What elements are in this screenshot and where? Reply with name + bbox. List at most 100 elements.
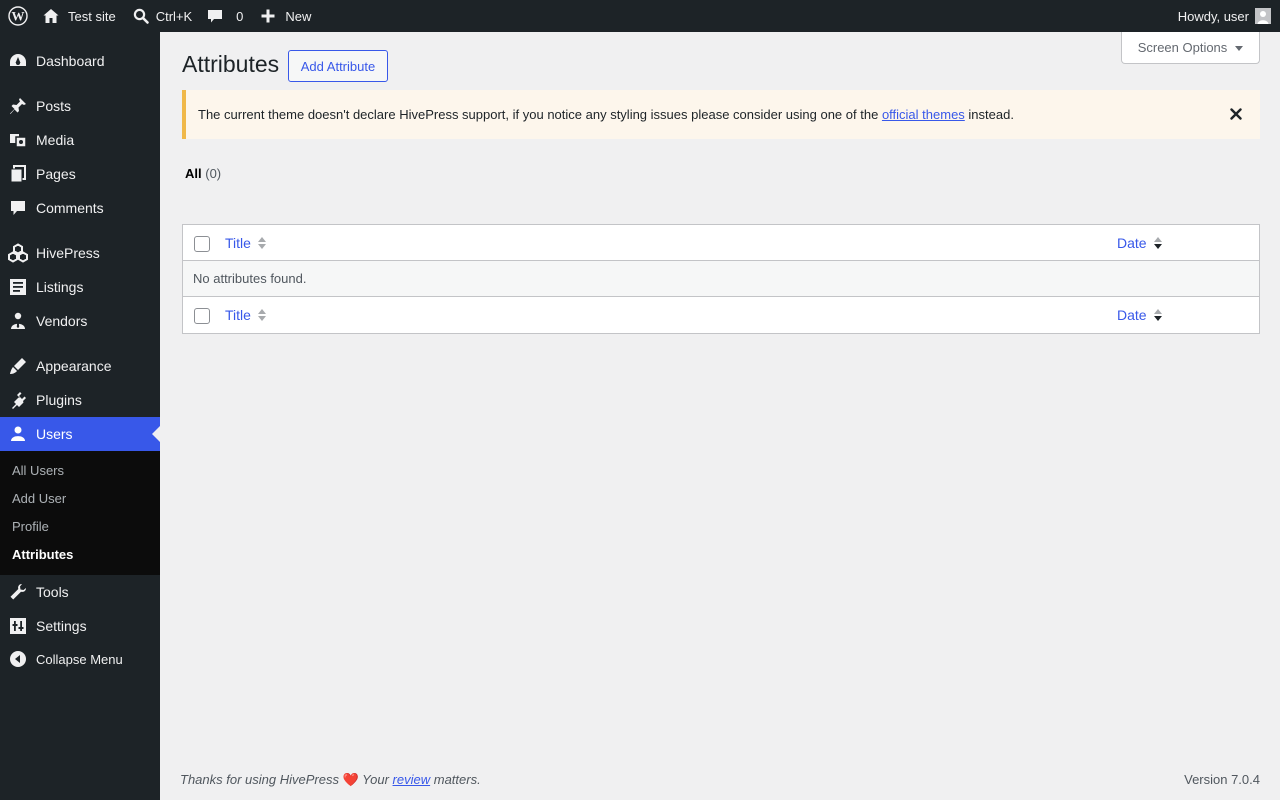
table-header-row: Title Date xyxy=(183,225,1259,261)
plus-icon xyxy=(261,9,275,23)
dismiss-notice-button[interactable] xyxy=(1228,104,1244,124)
official-themes-link[interactable]: official themes xyxy=(882,107,965,122)
column-title-footer[interactable]: Title xyxy=(225,307,267,323)
site-name: Test site xyxy=(68,8,116,24)
screen-options-label: Screen Options xyxy=(1137,40,1228,55)
greeting: Howdy, user xyxy=(1177,8,1249,24)
table-row-empty: No attributes found. xyxy=(183,261,1259,297)
comment-icon xyxy=(206,7,224,25)
my-account-menu[interactable]: Howdy, user xyxy=(1178,0,1271,32)
theme-support-notice: The current theme doesn't declare HivePr… xyxy=(182,90,1260,139)
menu-label-hivepress: HivePress xyxy=(36,245,100,261)
sort-indicator-icon xyxy=(257,236,267,250)
notice-text: The current theme doesn't declare HivePr… xyxy=(198,107,1014,122)
menu-label-posts: Posts xyxy=(36,98,72,114)
settings-icon xyxy=(0,609,36,643)
sort-desc-icon xyxy=(1153,308,1163,322)
heart-icon: ❤️ xyxy=(342,772,359,787)
column-date-footer[interactable]: Date xyxy=(1117,307,1163,323)
sort-desc-icon xyxy=(1153,236,1163,250)
submenu-add-user[interactable]: Add User xyxy=(12,491,66,506)
filter-all[interactable]: All xyxy=(185,166,202,181)
menu-label-listings: Listings xyxy=(36,279,84,295)
submenu-attributes[interactable]: Attributes xyxy=(12,547,73,562)
menu-item-dashboard[interactable]: Dashboard xyxy=(0,44,160,78)
sort-indicator-icon xyxy=(257,308,267,322)
new-label: New xyxy=(285,8,312,24)
menu-item-comments[interactable]: Comments xyxy=(0,191,160,225)
no-items-message: No attributes found. xyxy=(193,271,307,286)
footer-your-text: Your xyxy=(362,772,389,787)
admin-sidebar-menu: Dashboard Posts Media Pages Comments Hiv… xyxy=(0,32,160,800)
svg-text:W: W xyxy=(12,9,25,24)
command-palette-button[interactable]: Ctrl+K xyxy=(126,0,200,32)
submenu-all-users[interactable]: All Users xyxy=(12,463,64,478)
menu-item-tools[interactable]: Tools xyxy=(0,575,160,609)
column-date-label: Date xyxy=(1117,235,1147,251)
collapse-arrow-icon xyxy=(0,642,36,676)
column-date-header[interactable]: Date xyxy=(1117,235,1163,251)
hivepress-icon xyxy=(0,236,36,270)
submenu-profile[interactable]: Profile xyxy=(12,519,49,534)
menu-item-settings[interactable]: Settings xyxy=(0,609,160,643)
select-all-checkbox-footer[interactable] xyxy=(194,308,210,324)
users-submenu: All Users Add User Profile Attributes xyxy=(0,451,160,575)
avatar xyxy=(1255,8,1271,24)
caret-down-icon xyxy=(1235,46,1244,51)
select-all-checkbox[interactable] xyxy=(194,236,210,252)
wordpress-logo-icon: W xyxy=(8,6,28,26)
menu-label-vendors: Vendors xyxy=(36,313,88,329)
menu-item-media[interactable]: Media xyxy=(0,123,160,157)
media-icon xyxy=(0,123,36,157)
footer-version: Version 7.0.4 xyxy=(1184,772,1260,787)
table-footer-row: Title Date xyxy=(183,297,1259,333)
menu-label-dashboard: Dashboard xyxy=(36,53,105,69)
collapse-menu-button[interactable]: Collapse Menu xyxy=(0,642,160,676)
comments-count: 0 xyxy=(236,8,244,24)
menu-label-settings: Settings xyxy=(36,618,87,634)
search-shortcut: Ctrl+K xyxy=(155,8,193,24)
listings-icon xyxy=(0,270,36,304)
menu-item-plugins[interactable]: Plugins xyxy=(0,383,160,417)
menu-item-appearance[interactable]: Appearance xyxy=(0,349,160,383)
screen-options-button[interactable]: Screen Options xyxy=(1121,32,1260,64)
close-icon xyxy=(1230,108,1242,120)
menu-item-vendors[interactable]: Vendors xyxy=(0,304,160,338)
dashboard-icon xyxy=(0,44,36,78)
users-icon xyxy=(0,417,36,451)
filter-all-count: (0) xyxy=(205,166,222,181)
brush-icon xyxy=(0,349,36,383)
pages-icon xyxy=(0,157,36,191)
page-title: Attributes xyxy=(182,51,280,77)
search-icon xyxy=(132,7,150,25)
menu-label-comments: Comments xyxy=(36,200,104,216)
column-date-footer-label: Date xyxy=(1117,307,1147,323)
status-filter-links: All (0) xyxy=(185,166,221,181)
column-title-header[interactable]: Title xyxy=(225,235,267,251)
notice-text-after: instead. xyxy=(968,107,1014,122)
menu-item-users[interactable]: Users xyxy=(0,417,160,451)
attributes-table: Title Date No attributes found. Title Da… xyxy=(182,224,1260,334)
footer-thanks-text: Thanks for using HivePress xyxy=(180,772,339,787)
footer-matters-text: matters. xyxy=(433,772,481,787)
menu-item-pages[interactable]: Pages xyxy=(0,157,160,191)
menu-label-tools: Tools xyxy=(36,584,69,600)
pin-icon xyxy=(0,89,36,123)
new-content-menu[interactable]: New xyxy=(251,0,319,32)
menu-item-listings[interactable]: Listings xyxy=(0,270,160,304)
wordpress-logo-menu[interactable]: W xyxy=(0,0,34,32)
add-attribute-button[interactable]: Add Attribute xyxy=(288,50,388,82)
admin-bar: W Test site Ctrl+K 0 New Howdy, user xyxy=(0,0,1280,32)
review-link[interactable]: review xyxy=(393,772,431,787)
comments-menu[interactable]: 0 xyxy=(200,0,251,32)
menu-label-pages: Pages xyxy=(36,166,76,182)
site-name-menu[interactable]: Test site xyxy=(34,0,126,32)
menu-item-posts[interactable]: Posts xyxy=(0,89,160,123)
collapse-menu-label: Collapse Menu xyxy=(36,651,123,667)
menu-label-media: Media xyxy=(36,132,75,148)
plugin-icon xyxy=(0,383,36,417)
vendors-icon xyxy=(0,304,36,338)
main-content: Screen Options Attributes Add Attribute … xyxy=(160,32,1280,800)
wrench-icon xyxy=(0,575,36,609)
menu-item-hivepress[interactable]: HivePress xyxy=(0,236,160,270)
